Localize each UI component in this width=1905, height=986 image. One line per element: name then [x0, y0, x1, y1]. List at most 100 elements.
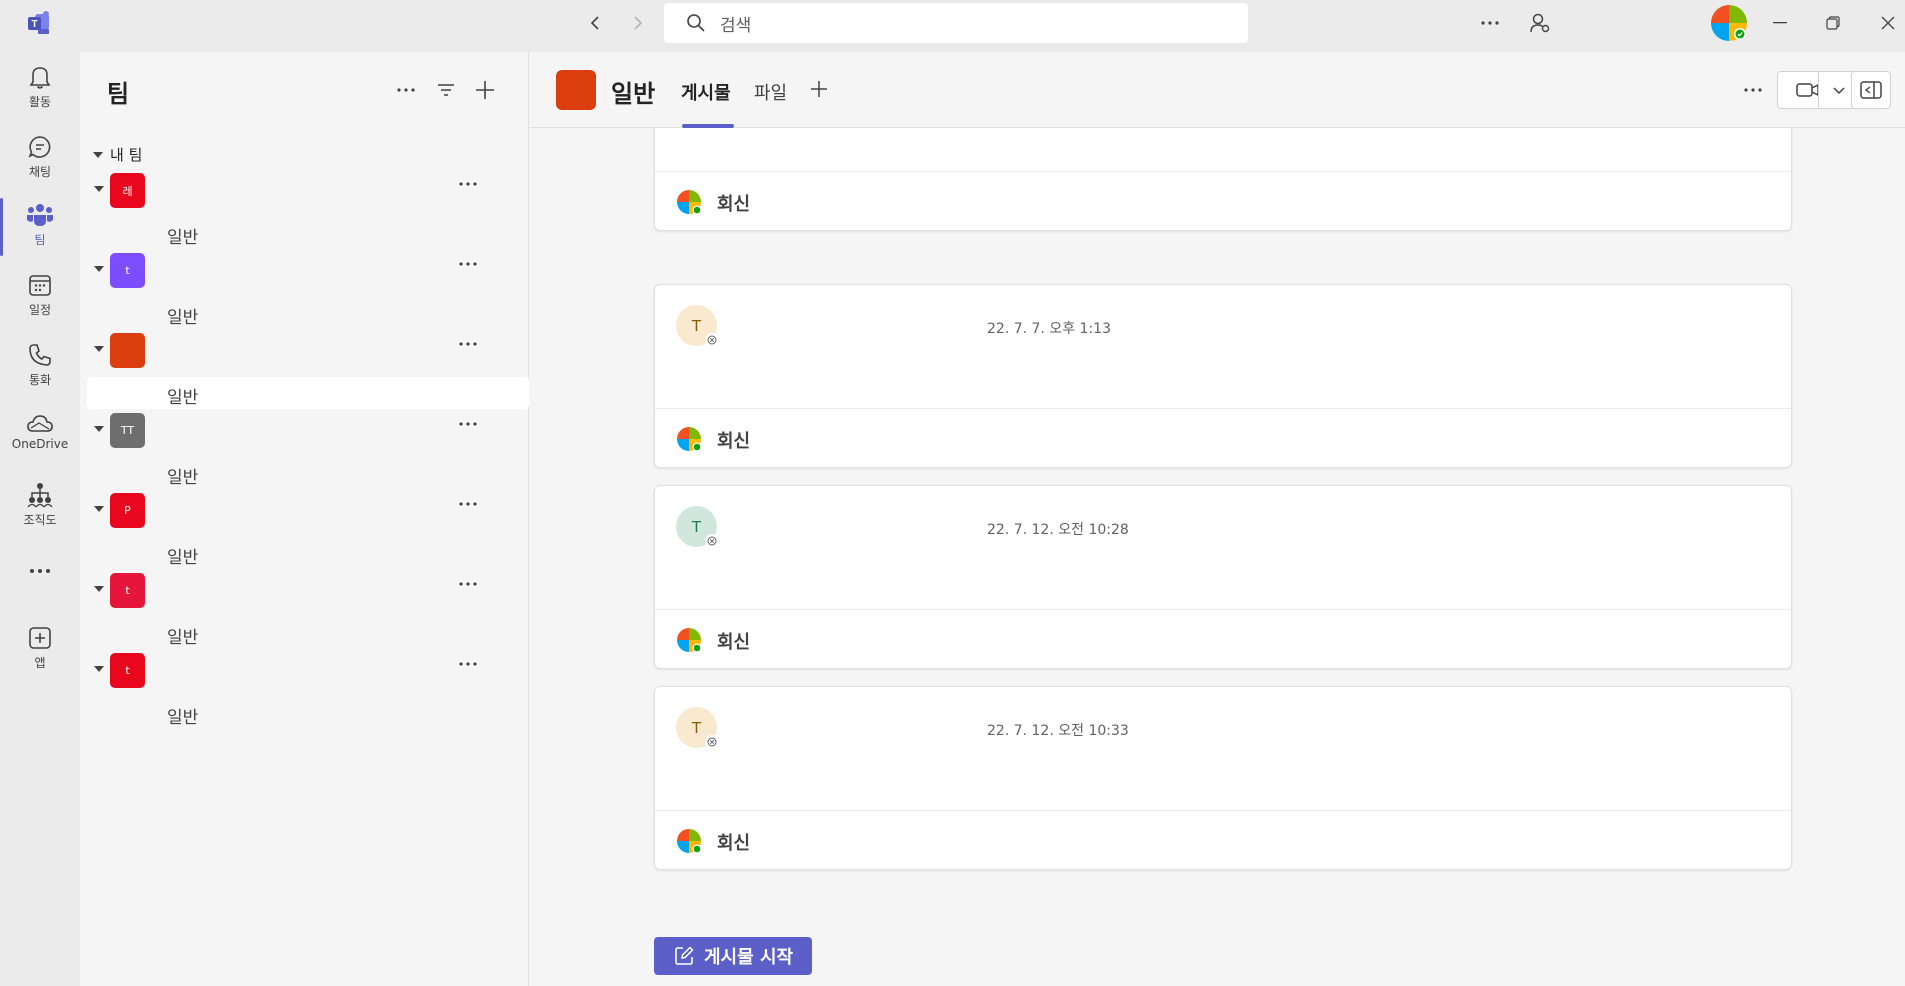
tab-files[interactable]: 파일 — [754, 79, 787, 105]
rail-item-calendar[interactable]: 일정 — [0, 272, 80, 318]
my-teams-header[interactable]: 내 팀 — [93, 144, 142, 165]
team-more-icon[interactable] — [459, 582, 477, 586]
phone-icon — [29, 344, 51, 366]
channel-label: 일반 — [167, 388, 199, 408]
rail-label: 앱 — [34, 656, 46, 670]
team-row[interactable]: 레 — [81, 169, 521, 213]
channel-more-icon[interactable] — [1741, 78, 1765, 102]
team-more-icon[interactable] — [459, 502, 477, 506]
rail-item-calls[interactable]: 통화 — [0, 342, 80, 388]
rail-item-org-chart[interactable]: 조직도 — [0, 482, 80, 528]
post-card: T 22. 7. 12. 오전 10:33 회신 — [654, 686, 1792, 870]
team-more-icon[interactable] — [459, 662, 477, 666]
reply-avatar-icon — [677, 628, 702, 653]
chat-icon — [28, 136, 51, 158]
team-more-icon[interactable] — [459, 262, 477, 266]
channel-row[interactable]: 일반 — [87, 617, 529, 649]
team-more-icon[interactable] — [459, 422, 477, 426]
post-card: T 22. 7. 12. 오전 10:28 회신 — [654, 485, 1792, 669]
reply-row[interactable]: 회신 — [655, 409, 1791, 467]
rail-item-apps[interactable]: 앱 — [0, 625, 80, 671]
more-options-icon[interactable] — [1478, 11, 1502, 35]
post-body: T 22. 7. 7. 오후 1:13 — [655, 285, 1791, 409]
channel-label: 일반 — [167, 308, 199, 328]
teams-icon — [27, 204, 53, 226]
panel-title: 팀 — [107, 80, 130, 108]
team-row[interactable]: t — [81, 569, 521, 613]
back-icon[interactable] — [584, 11, 608, 35]
team-row[interactable]: t — [81, 249, 521, 293]
panel-more-icon[interactable] — [394, 78, 418, 102]
rail-item-teams[interactable]: 팀 — [0, 202, 80, 248]
channel-name: 일반 — [611, 80, 656, 108]
reply-row[interactable]: 회신 — [655, 811, 1791, 869]
caret-down-icon — [94, 346, 104, 352]
side-panel-icon — [1860, 81, 1882, 99]
rail-label: 채팅 — [28, 165, 52, 179]
search-icon — [687, 14, 705, 32]
rail-item-chat[interactable]: 채팅 — [0, 134, 80, 180]
team-row[interactable]: TT — [81, 409, 521, 453]
channel-label: 일반 — [167, 228, 199, 248]
filter-icon[interactable] — [434, 78, 458, 102]
close-icon[interactable] — [1876, 11, 1900, 35]
people-settings-icon[interactable] — [1527, 10, 1553, 36]
team-more-icon[interactable] — [459, 342, 477, 346]
add-team-icon[interactable] — [473, 78, 497, 102]
teams-panel: 팀 내 팀 레 일반 t 일반 일반 TT 일반 P 일반 t 일반 t 일반 — [81, 52, 529, 986]
add-tab-icon[interactable] — [808, 78, 830, 100]
reply-row[interactable]: 회신 — [655, 172, 1791, 230]
caret-down-icon — [94, 186, 104, 192]
team-row[interactable]: P — [81, 489, 521, 533]
teams-logo-icon: T — [26, 10, 52, 36]
team-initials: t — [125, 584, 130, 597]
team-avatar: 레 — [110, 173, 145, 208]
rail-item-activity[interactable]: 활동 — [0, 64, 80, 110]
restore-icon[interactable] — [1821, 11, 1845, 35]
svg-text:T: T — [31, 19, 37, 30]
caret-down-icon — [94, 586, 104, 592]
chevron-down-icon — [1833, 87, 1845, 95]
team-row[interactable] — [81, 329, 521, 373]
team-more-icon[interactable] — [459, 182, 477, 186]
search-placeholder: 검색 — [720, 15, 752, 36]
bell-icon — [29, 67, 51, 89]
avatar-initial: T — [691, 718, 702, 737]
profile-avatar[interactable] — [1710, 4, 1748, 42]
compose-icon — [675, 946, 694, 965]
channel-row[interactable]: 일반 — [87, 297, 529, 329]
new-post-button[interactable]: 게시물 시작 — [654, 937, 812, 975]
team-avatar: t — [110, 253, 145, 288]
post-card: 회신 — [654, 128, 1792, 231]
rail-item-more[interactable] — [0, 568, 80, 574]
minimize-icon[interactable] — [1768, 11, 1792, 35]
channel-row[interactable]: 일반 — [87, 537, 529, 569]
channel-row[interactable]: 일반 — [87, 217, 529, 249]
team-avatar: t — [110, 653, 145, 688]
channel-row[interactable]: 일반 — [87, 457, 529, 489]
post-timestamp: 22. 7. 7. 오후 1:13 — [987, 321, 1111, 337]
tab-posts[interactable]: 게시물 — [681, 79, 731, 105]
channel-header: 일반 게시물 파일 — [530, 52, 1905, 128]
rail-item-onedrive[interactable]: OneDrive — [0, 412, 80, 451]
new-post-label: 게시물 시작 — [704, 947, 794, 968]
team-row[interactable]: t — [81, 649, 521, 693]
offline-status-icon — [705, 333, 719, 347]
caret-down-icon — [94, 266, 104, 272]
channel-avatar — [556, 70, 596, 110]
meet-button[interactable] — [1777, 71, 1856, 109]
org-chart-icon — [27, 483, 53, 508]
active-tab-underline — [682, 124, 734, 128]
team-initials: TT — [120, 424, 135, 437]
forward-icon[interactable] — [625, 11, 649, 35]
avatar-initial: T — [691, 517, 702, 536]
avatar-initial: T — [691, 316, 702, 335]
team-avatar: t — [110, 573, 145, 608]
channel-row[interactable]: 일반 — [87, 697, 529, 729]
posts-feed[interactable]: 회신 T 22. 7. 7. 오후 1:13 회신 T 22. 7. 12. 오… — [530, 128, 1905, 986]
rail-label: 활동 — [28, 95, 52, 109]
channel-info-button[interactable] — [1851, 71, 1891, 109]
channel-row-selected[interactable]: 일반 — [87, 377, 529, 409]
search-input[interactable]: 검색 — [664, 3, 1248, 43]
reply-row[interactable]: 회신 — [655, 610, 1791, 668]
